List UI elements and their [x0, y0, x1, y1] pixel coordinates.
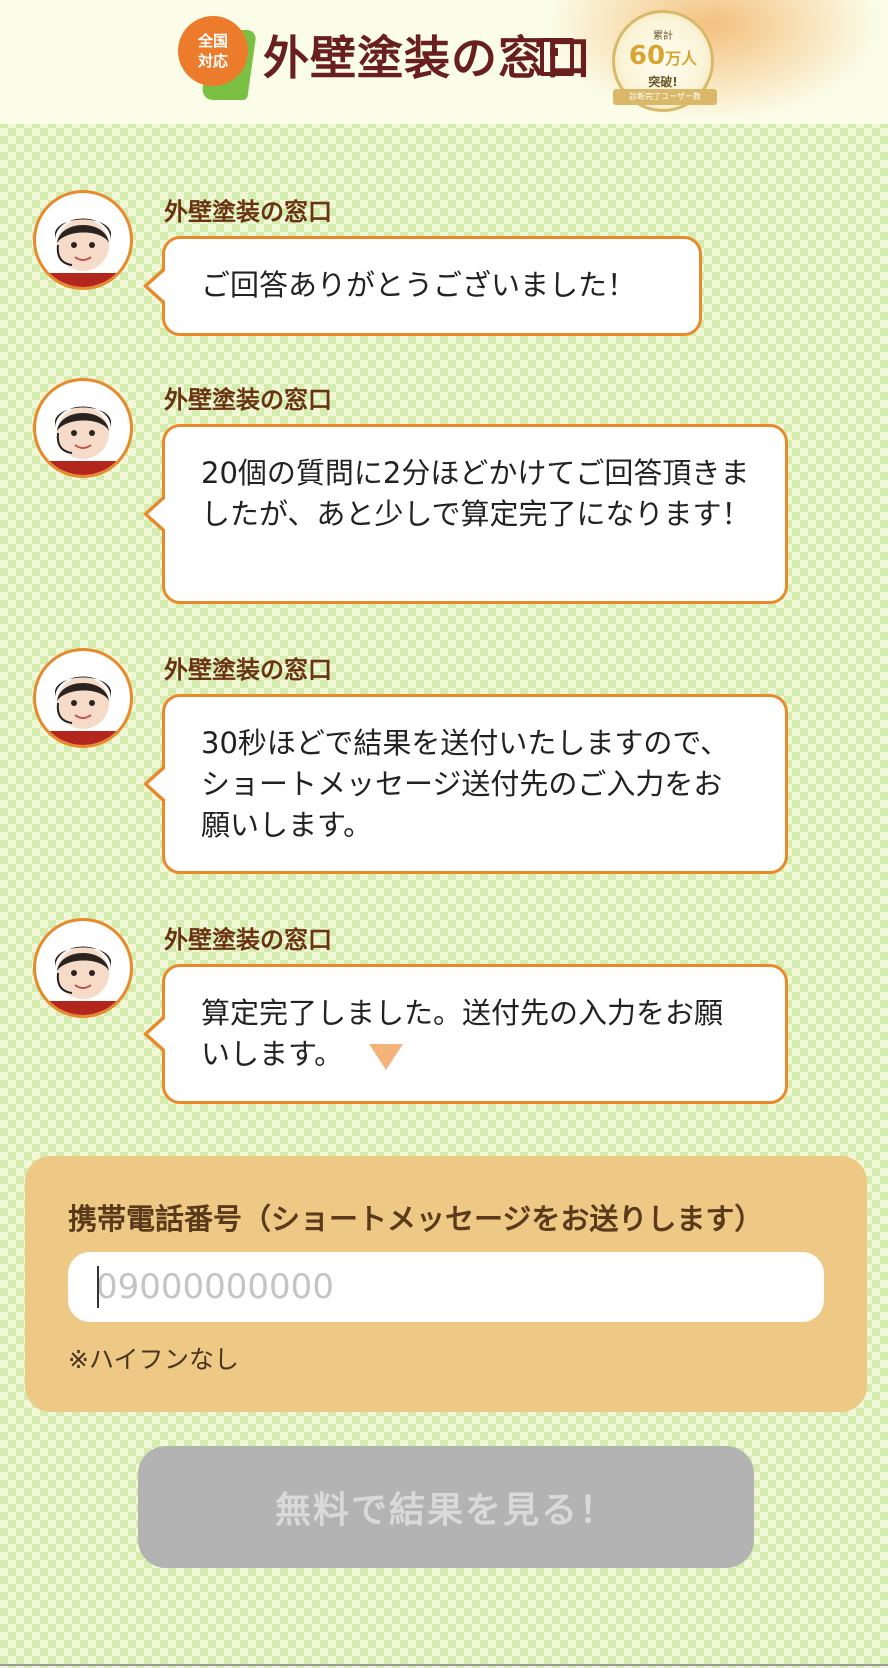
- award-count: 60万人: [615, 42, 711, 73]
- message-bubble: 30秒ほどで結果を送付いたしますので、ショートメッセージ送付先のご入力をお願いし…: [143, 694, 788, 874]
- submit-button[interactable]: 無料で結果を見る！: [138, 1446, 754, 1568]
- award-breakthrough: 突破!: [648, 75, 678, 89]
- operator-avatar: [33, 918, 133, 1018]
- sender-name: 外壁塗装の窓口: [164, 198, 332, 226]
- award-badge: 累計 60万人 突破! 診断完了ユーザー数: [612, 10, 717, 112]
- badge-line2: 対応: [197, 52, 228, 70]
- text-cursor: [97, 1266, 99, 1308]
- operator-avatar: [33, 648, 133, 748]
- badge-line1: 全国: [197, 32, 228, 50]
- bottom-divider: [0, 1664, 888, 1666]
- sender-name: 外壁塗装の窓口: [164, 926, 332, 954]
- message-bubble: 20個の質問に2分ほどかけてご回答頂きましたが、あと少しで算定完了になります！: [143, 424, 788, 604]
- operator-avatar: [33, 378, 133, 478]
- phone-form: 携帯電話番号（ショートメッセージをお送りします） ※ハイフンなし: [25, 1156, 867, 1412]
- message-bubble: ご回答ありがとうございました！: [143, 236, 702, 336]
- header: 全国 対応 外壁塗装の窓口 累計 60万人 突破! 診断完了ユーザー数: [0, 0, 888, 124]
- site-logo[interactable]: 全国 対応 外壁塗装の窓口: [178, 16, 598, 106]
- hyphen-note: ※ハイフンなし: [68, 1345, 239, 1374]
- window-icon: [540, 38, 574, 76]
- operator-avatar: [33, 190, 133, 290]
- award-label: 累計: [653, 31, 673, 42]
- award-number: 60: [628, 41, 666, 71]
- sender-name: 外壁塗装の窓口: [164, 386, 332, 414]
- phone-input[interactable]: [68, 1252, 824, 1322]
- phone-label: 携帯電話番号（ショートメッセージをお送りします）: [68, 1202, 764, 1236]
- nationwide-badge: 全国 対応: [178, 16, 248, 86]
- message-bubble: 算定完了しました。送付先の入力をお願いします。: [143, 964, 788, 1104]
- award-unit: 万人: [665, 49, 698, 68]
- triangle-down-icon: [369, 1044, 404, 1070]
- sender-name: 外壁塗装の窓口: [164, 656, 332, 684]
- award-ribbon: 診断完了ユーザー数: [613, 89, 717, 105]
- message-text: 算定完了しました。送付先の入力をお願いします。: [201, 996, 724, 1071]
